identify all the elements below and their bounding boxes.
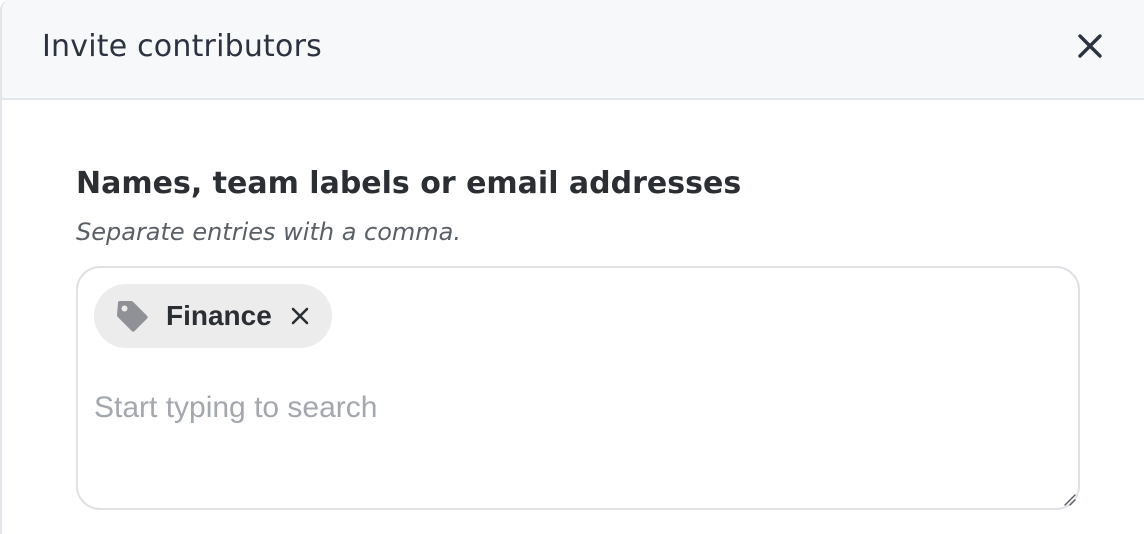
resize-handle-icon[interactable] (1060, 490, 1076, 506)
chip-label: Finance (166, 300, 272, 331)
dialog-title: Invite contributors (42, 29, 322, 64)
tag-chip-finance: Finance (94, 284, 332, 348)
tag-icon (114, 298, 150, 334)
invitee-input-box[interactable]: Finance (76, 266, 1080, 510)
field-label: Names, team labels or email addresses (76, 166, 742, 201)
chip-remove-button[interactable] (288, 304, 312, 328)
dialog-header: Invite contributors (2, 0, 1144, 100)
field-hint: Separate entries with a comma. (76, 218, 461, 246)
remove-icon (291, 307, 309, 325)
search-input[interactable] (94, 386, 994, 430)
invite-dialog: Invite contributors Names, team labels o… (0, 0, 1144, 534)
close-button[interactable] (1070, 26, 1110, 66)
close-icon (1078, 34, 1102, 58)
